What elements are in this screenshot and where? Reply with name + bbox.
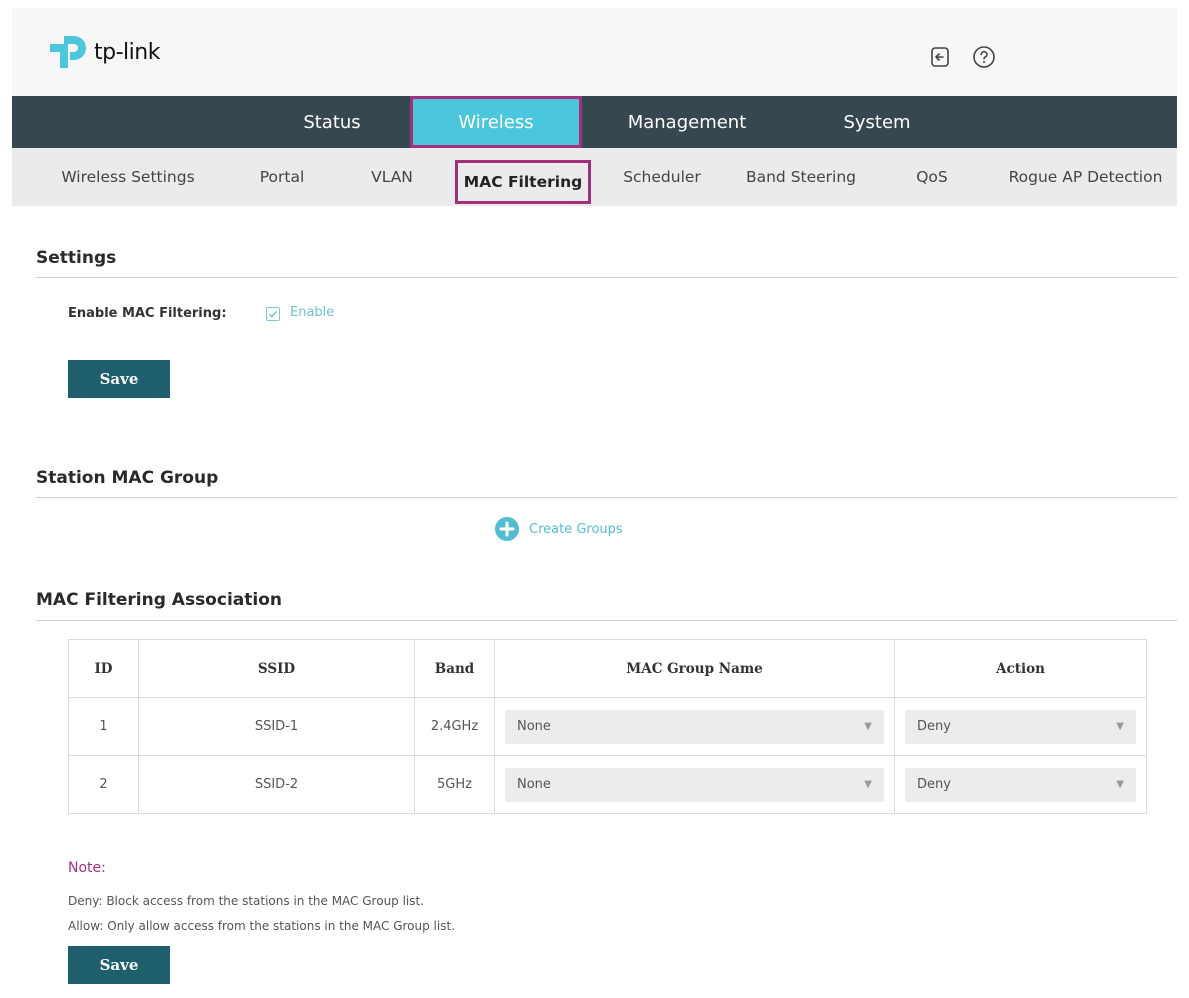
- dropdown-arrow-icon: ▼: [1116, 779, 1124, 790]
- mac-group-select[interactable]: None ▼: [505, 709, 884, 744]
- tab-status[interactable]: Status: [267, 96, 397, 148]
- association-save-button[interactable]: Save: [68, 946, 170, 984]
- dropdown-arrow-icon: ▼: [1116, 721, 1124, 732]
- row-band: 5GHz: [414, 755, 495, 814]
- column-header-band: Band: [414, 639, 495, 698]
- subtab-vlan[interactable]: VLAN: [358, 148, 426, 206]
- tp-link-logo[interactable]: tp-link: [46, 30, 160, 74]
- mac-group-select[interactable]: None ▼: [505, 767, 884, 802]
- subtab-scheduler[interactable]: Scheduler: [612, 148, 712, 206]
- main-nav: Status Wireless Management System: [12, 96, 1177, 148]
- subtab-mac-filtering[interactable]: MAC Filtering: [455, 160, 591, 204]
- association-divider: [36, 620, 1177, 621]
- action-select[interactable]: Deny ▼: [905, 767, 1136, 802]
- subtab-rogue-ap-detection[interactable]: Rogue AP Detection: [998, 148, 1173, 206]
- station-mac-group-title: Station MAC Group: [36, 468, 219, 488]
- dropdown-arrow-icon: ▼: [864, 721, 872, 732]
- action-select[interactable]: Deny ▼: [905, 709, 1136, 744]
- tab-management[interactable]: Management: [607, 96, 767, 148]
- logo-text: tp-link: [94, 39, 160, 65]
- tab-wireless[interactable]: Wireless: [410, 96, 582, 148]
- note-line-allow: Allow: Only allow access from the statio…: [68, 919, 455, 933]
- association-table: ID SSID Band MAC Group Name Action 1 SSI…: [68, 639, 1147, 814]
- help-icon[interactable]: [971, 44, 997, 70]
- create-groups-button[interactable]: Create Groups: [494, 516, 623, 542]
- row-id: 1: [68, 697, 139, 756]
- row-group-cell: None ▼: [494, 755, 895, 814]
- mac-group-select-value: None: [517, 777, 551, 792]
- subtab-qos[interactable]: QoS: [902, 148, 962, 206]
- column-header-mac-group-name: MAC Group Name: [494, 639, 895, 698]
- column-header-ssid: SSID: [138, 639, 415, 698]
- subtab-band-steering[interactable]: Band Steering: [736, 148, 866, 206]
- checkmark-icon: [268, 310, 278, 318]
- row-group-cell: None ▼: [494, 697, 895, 756]
- table-row: 2 SSID-2 5GHz None ▼ Deny ▼: [68, 755, 1147, 814]
- header-icons: [927, 44, 997, 70]
- settings-title: Settings: [36, 248, 117, 268]
- subtab-portal[interactable]: Portal: [244, 148, 320, 206]
- row-id: 2: [68, 755, 139, 814]
- station-mac-group-divider: [36, 497, 1177, 498]
- header: tp-link: [12, 8, 1177, 96]
- mac-filtering-association-title: MAC Filtering Association: [36, 590, 282, 610]
- note-line-deny: Deny: Block access from the stations in …: [68, 894, 425, 908]
- row-ssid: SSID-2: [138, 755, 415, 814]
- logout-icon[interactable]: [927, 44, 953, 70]
- mac-group-select-value: None: [517, 719, 551, 734]
- sub-nav: Wireless Settings Portal VLAN MAC Filter…: [12, 148, 1177, 206]
- settings-divider: [36, 277, 1177, 278]
- enable-mac-filtering-label: Enable MAC Filtering:: [68, 306, 227, 321]
- tp-link-logo-icon: [50, 36, 86, 68]
- note-title: Note:: [68, 860, 106, 876]
- plus-circle-icon: [495, 517, 519, 541]
- column-header-action: Action: [894, 639, 1147, 698]
- row-band: 2.4GHz: [414, 697, 495, 756]
- dropdown-arrow-icon: ▼: [864, 779, 872, 790]
- row-action-cell: Deny ▼: [894, 755, 1147, 814]
- row-action-cell: Deny ▼: [894, 697, 1147, 756]
- table-header-row: ID SSID Band MAC Group Name Action: [68, 639, 1147, 698]
- settings-save-button[interactable]: Save: [68, 360, 170, 398]
- table-row: 1 SSID-1 2.4GHz None ▼ Deny ▼: [68, 697, 1147, 756]
- action-select-value: Deny: [917, 777, 951, 792]
- enable-mac-filtering-checkbox[interactable]: [266, 307, 280, 321]
- subtab-wireless-settings[interactable]: Wireless Settings: [42, 148, 214, 206]
- tab-system[interactable]: System: [812, 96, 942, 148]
- create-groups-label: Create Groups: [529, 521, 623, 537]
- column-header-id: ID: [68, 639, 139, 698]
- enable-checkbox-label[interactable]: Enable: [290, 305, 334, 320]
- row-ssid: SSID-1: [138, 697, 415, 756]
- page: tp-link Status Wireless Management Syste: [12, 8, 1177, 998]
- action-select-value: Deny: [917, 719, 951, 734]
